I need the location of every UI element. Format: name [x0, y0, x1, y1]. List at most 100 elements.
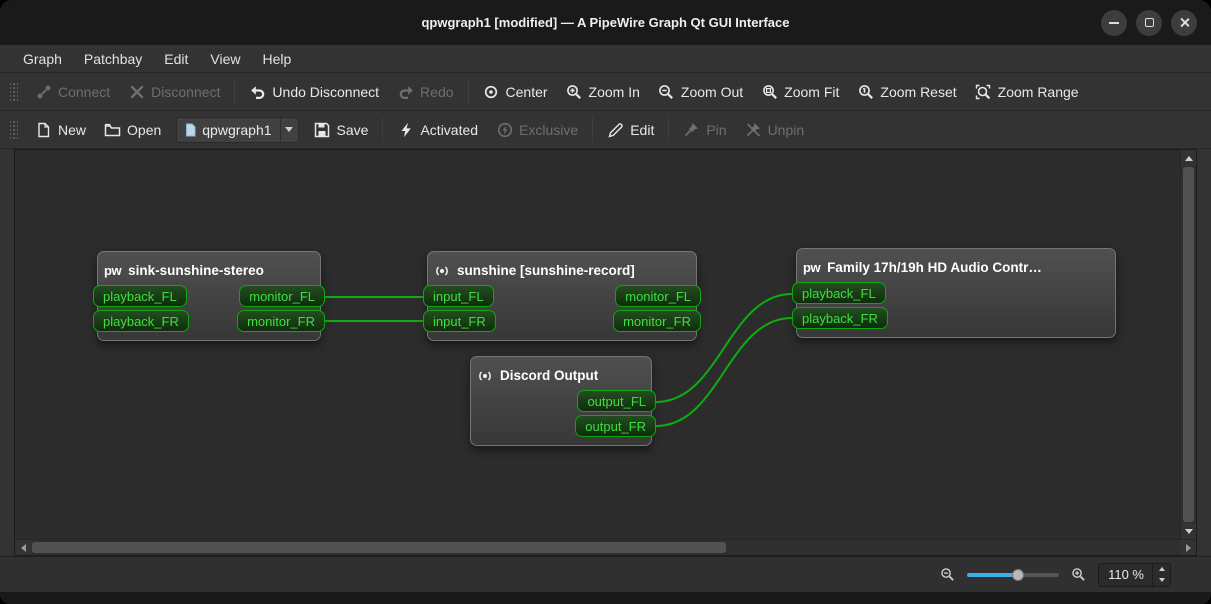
scroll-right-button[interactable] [1180, 540, 1196, 555]
edit-pencil-icon [607, 121, 624, 138]
node-header[interactable]: pw Family 17h/19h HD Audio Contr… [803, 253, 1109, 282]
connect-icon [35, 83, 52, 100]
menu-edit[interactable]: Edit [153, 45, 199, 72]
port-playback_FL[interactable]: playback_FL [93, 285, 187, 307]
close-icon [1179, 17, 1190, 28]
scroll-down-button[interactable] [1181, 523, 1196, 539]
edit-label: Edit [630, 121, 655, 138]
pipewire-icon: pw [104, 263, 122, 278]
toolbar-drag-handle[interactable] [10, 118, 18, 141]
disconnect-button[interactable]: Disconnect [119, 77, 229, 106]
zoom-out-small-icon[interactable] [940, 567, 955, 582]
port-playback_FR[interactable]: playback_FR [93, 310, 189, 332]
zoom-reset-button[interactable]: Zoom Reset [848, 77, 965, 106]
disconnect-label: Disconnect [151, 83, 221, 100]
open-label: Open [127, 121, 162, 138]
pin-button[interactable]: Pin [674, 115, 735, 144]
exclusive-label: Exclusive [519, 121, 579, 138]
connect-button[interactable]: Connect [26, 77, 119, 106]
zoom-slider[interactable] [967, 567, 1060, 583]
port-output_FR[interactable]: output_FR [575, 415, 656, 437]
toolbar-separator [668, 117, 670, 142]
zoom-fit-icon [761, 83, 778, 100]
port-monitor_FL[interactable]: monitor_FL [239, 285, 325, 307]
connection-wires [324, 293, 793, 427]
node-title: Discord Output [500, 368, 599, 383]
spin-up-button[interactable] [1153, 564, 1170, 575]
horizontal-scroll-thumb[interactable] [32, 542, 726, 553]
undo-label: Undo Disconnect [272, 83, 380, 100]
graph-canvas[interactable]: pw sink-sunshine-stereo playback_FL moni… [15, 150, 1180, 539]
node-discord-output[interactable]: Discord Output output_FL output_FR [470, 356, 656, 446]
menu-graph[interactable]: Graph [12, 45, 73, 72]
node-sunshine-record[interactable]: sunshine [sunshine-record] input_FL moni… [423, 251, 701, 341]
zoom-slider-fill [967, 572, 1018, 577]
combo-dropdown-button[interactable] [279, 117, 298, 142]
menu-patchbay[interactable]: Patchbay [73, 45, 153, 72]
zoom-out-icon [658, 83, 675, 100]
port-input_FR[interactable]: input_FR [423, 310, 496, 332]
port-input_FL[interactable]: input_FL [423, 285, 494, 307]
unpin-button[interactable]: Unpin [736, 115, 814, 144]
record-source-icon [434, 263, 450, 279]
open-button[interactable]: Open [95, 115, 170, 144]
zoom-in-icon [566, 83, 583, 100]
port-monitor_FL[interactable]: monitor_FL [615, 285, 701, 307]
vertical-scroll-thumb[interactable] [1183, 167, 1194, 522]
activated-button[interactable]: Activated [388, 115, 487, 144]
menu-help[interactable]: Help [252, 45, 303, 72]
center-button[interactable]: Center [474, 77, 557, 106]
node-sink-sunshine-stereo[interactable]: pw sink-sunshine-stereo playback_FL moni… [93, 251, 325, 341]
zoom-slider-handle[interactable] [1011, 568, 1024, 581]
minimize-button[interactable] [1101, 9, 1127, 36]
redo-button[interactable]: Redo [388, 77, 462, 106]
exclusive-button[interactable]: Exclusive [487, 115, 587, 144]
node-header[interactable]: sunshine [sunshine-record] [434, 256, 690, 285]
zoom-in-button[interactable]: Zoom In [557, 77, 649, 106]
center-label: Center [505, 83, 548, 100]
port-playback_FL[interactable]: playback_FL [792, 282, 886, 304]
zoom-in-small-icon[interactable] [1071, 567, 1086, 582]
node-header[interactable]: Discord Output [477, 361, 645, 390]
horizontal-scrollbar[interactable] [15, 539, 1196, 555]
undo-disconnect-button[interactable]: Undo Disconnect [240, 77, 388, 106]
zoom-fit-button[interactable]: Zoom Fit [752, 77, 848, 106]
redo-label: Redo [420, 83, 454, 100]
node-header[interactable]: pw sink-sunshine-stereo [104, 256, 314, 285]
new-file-icon [35, 121, 52, 138]
vertical-scrollbar[interactable] [1180, 150, 1196, 539]
close-button[interactable] [1171, 9, 1197, 36]
horizontal-scroll-track[interactable] [31, 540, 1180, 555]
patchbay-profile-selector[interactable]: qpwgraph1 [176, 116, 299, 143]
maximize-button[interactable] [1136, 9, 1162, 36]
title-bar[interactable]: qpwgraph1 [modified] — A PipeWire Graph … [0, 0, 1211, 45]
redo-icon [397, 83, 414, 100]
spin-down-button[interactable] [1153, 575, 1170, 586]
zoom-spinbox[interactable]: 110 % [1098, 562, 1171, 587]
central-widget: pw sink-sunshine-stereo playback_FL moni… [0, 149, 1211, 556]
window-bottom-edge [0, 592, 1211, 604]
node-family-hd-audio[interactable]: pw Family 17h/19h HD Audio Contr… playba… [792, 248, 1116, 338]
zoom-out-button[interactable]: Zoom Out [649, 77, 752, 106]
port-monitor_FR[interactable]: monitor_FR [237, 310, 325, 332]
pin-label: Pin [706, 121, 727, 138]
zoom-range-button[interactable]: Zoom Range [966, 77, 1088, 106]
toolbar-drag-handle[interactable] [10, 80, 18, 103]
port-playback_FR[interactable]: playback_FR [792, 307, 888, 329]
save-button[interactable]: Save [305, 115, 378, 144]
scroll-up-button[interactable] [1181, 150, 1196, 166]
port-output_FL[interactable]: output_FL [577, 390, 656, 412]
scroll-left-button[interactable] [15, 540, 31, 555]
menu-view[interactable]: View [199, 45, 251, 72]
new-label: New [58, 121, 87, 138]
patchbay-profile-value: qpwgraph1 [202, 121, 272, 138]
vertical-scroll-track[interactable] [1181, 166, 1196, 523]
arrow-up-icon [1158, 567, 1165, 571]
pipewire-icon: pw [803, 260, 821, 275]
activated-label: Activated [420, 121, 479, 138]
port-monitor_FR[interactable]: monitor_FR [613, 310, 701, 332]
new-button[interactable]: New [26, 115, 95, 144]
chevron-down-icon [285, 127, 294, 132]
arrow-left-icon [20, 543, 26, 552]
edit-button[interactable]: Edit [598, 115, 663, 144]
